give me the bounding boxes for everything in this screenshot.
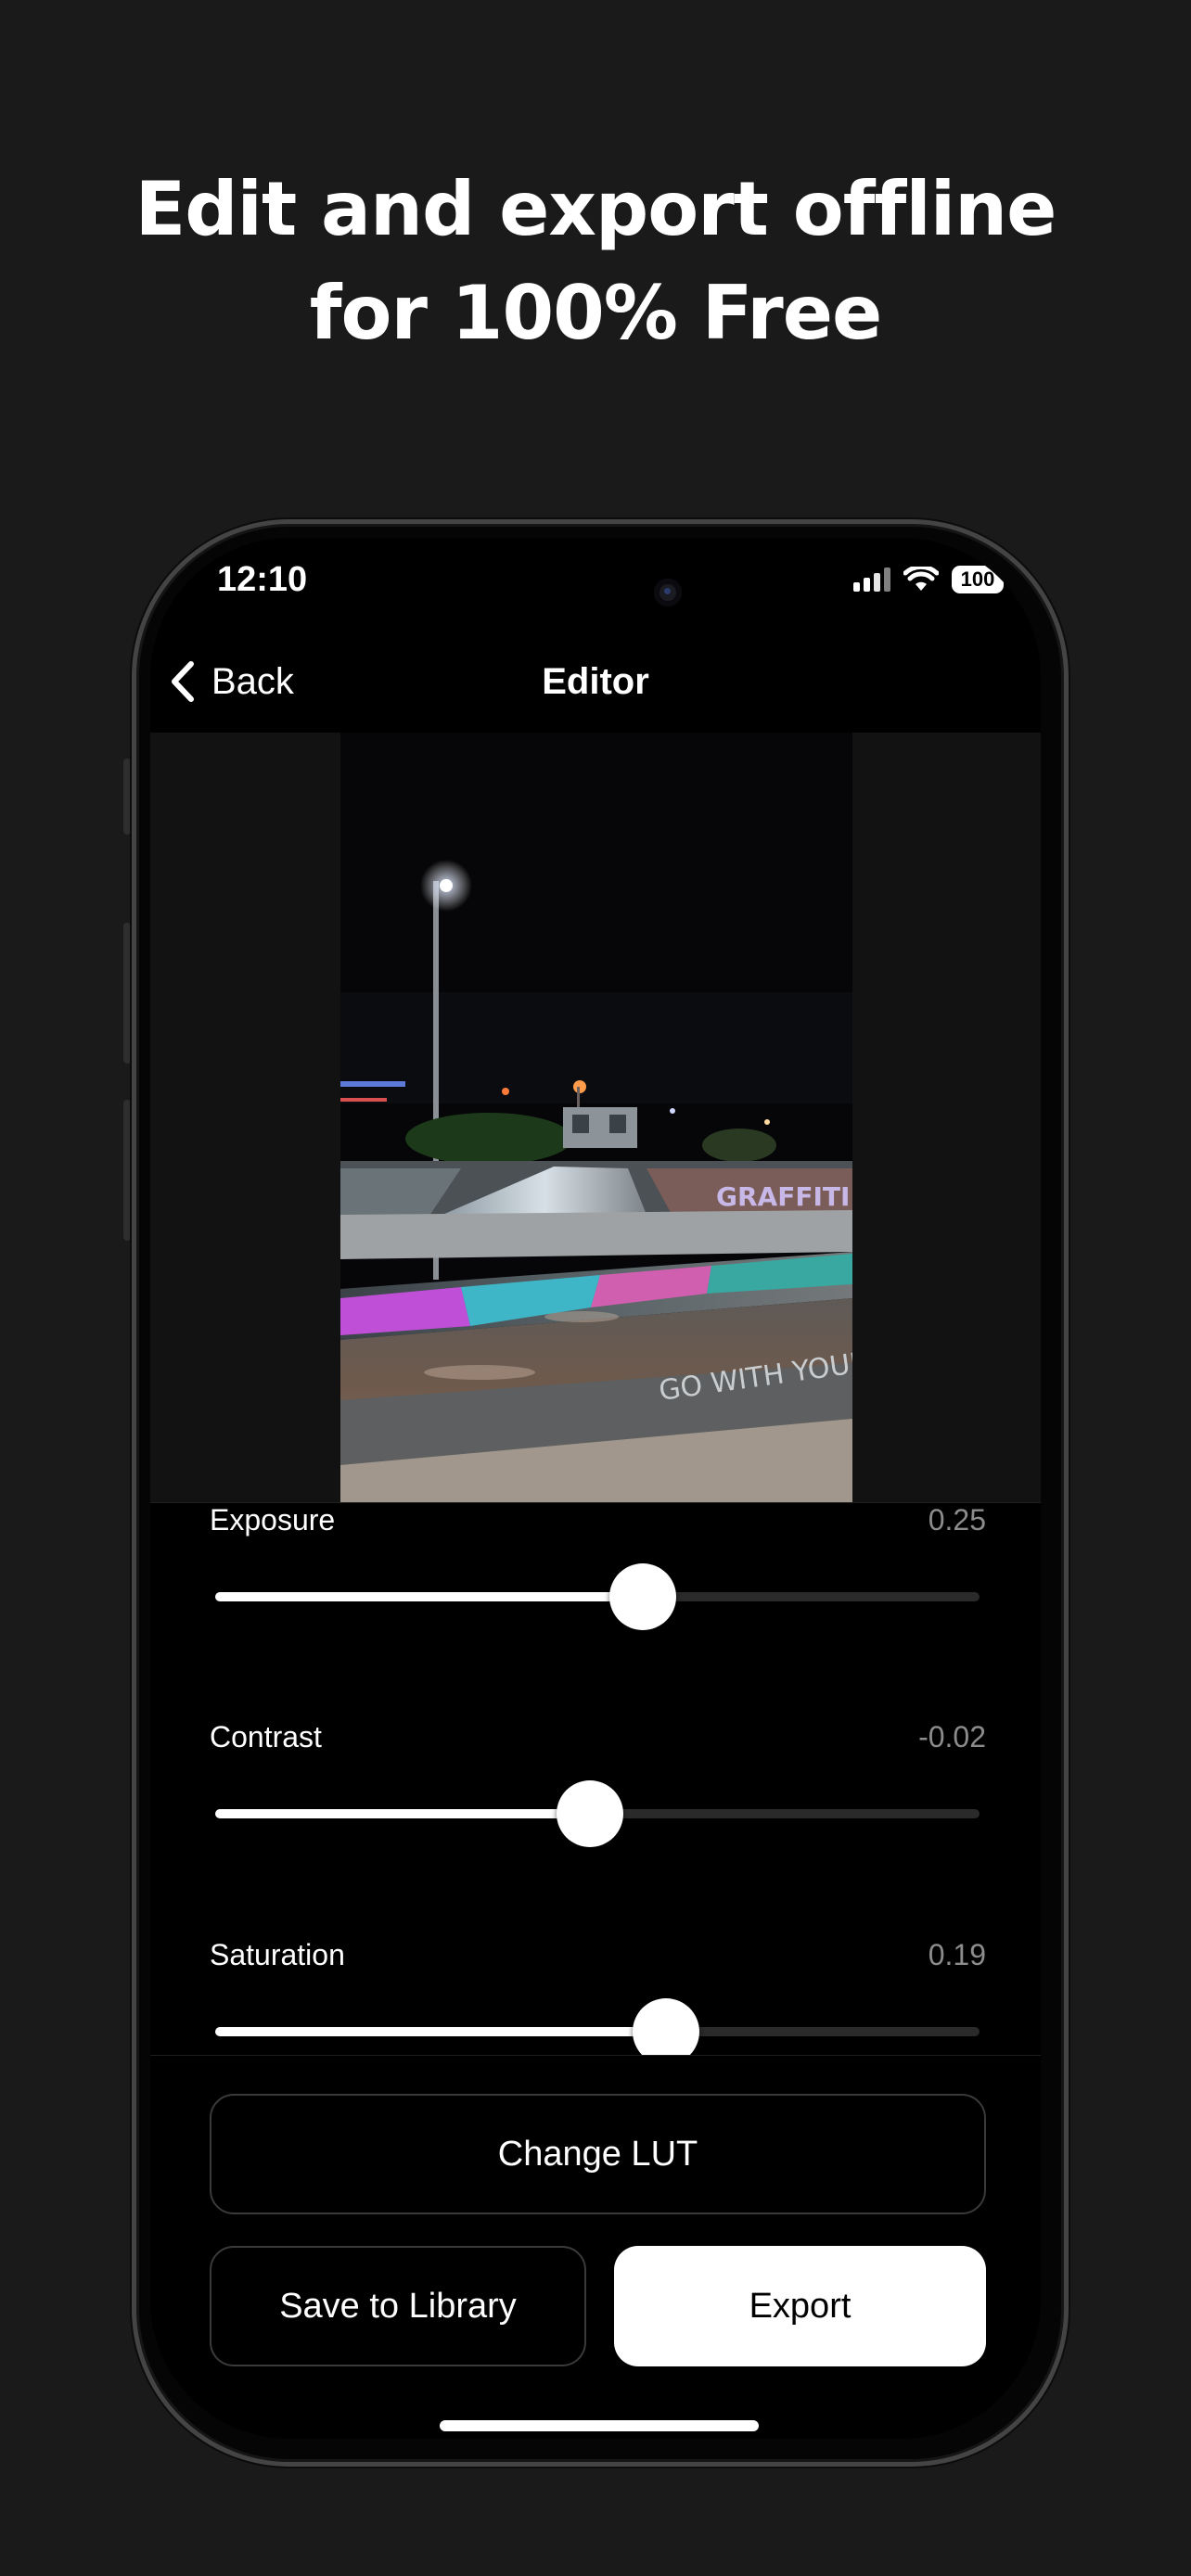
- exposure-slider-fill: [215, 1592, 644, 1601]
- saturation-value: 0.19: [928, 1938, 986, 1971]
- headline-line-1: Edit and export offline: [134, 166, 1057, 252]
- home-indicator[interactable]: [440, 2420, 759, 2431]
- contrast-value: -0.02: [918, 1720, 986, 1753]
- exposure-adjustment: Exposure 0.25: [210, 1503, 986, 1689]
- chevron-left-icon: [172, 661, 194, 702]
- exposure-value: 0.25: [928, 1503, 986, 1537]
- back-button[interactable]: Back: [171, 649, 294, 714]
- export-button[interactable]: Export: [614, 2246, 986, 2366]
- adjustments-panel[interactable]: Exposure 0.25 Contrast -0.02 Saturation …: [150, 1502, 1041, 2056]
- saturation-slider[interactable]: [215, 1998, 980, 2055]
- saturation-slider-fill: [215, 2027, 667, 2036]
- saturation-adjustment: Saturation 0.19: [210, 1938, 986, 2055]
- saturation-slider-thumb[interactable]: [633, 1998, 700, 2055]
- save-to-library-button[interactable]: Save to Library: [210, 2246, 586, 2366]
- back-label: Back: [211, 660, 294, 702]
- saturation-label: Saturation: [210, 1938, 345, 1971]
- battery-icon: 100: [952, 566, 1009, 593]
- phone-action-button: [123, 759, 131, 835]
- contrast-adjustment: Contrast -0.02: [210, 1720, 986, 1906]
- cellular-signal-icon: [853, 567, 890, 592]
- contrast-label: Contrast: [210, 1720, 322, 1753]
- contrast-slider-thumb[interactable]: [556, 1780, 623, 1847]
- contrast-slider-fill: [215, 1809, 590, 1818]
- svg-text:GRAFFITI: GRAFFITI: [716, 1181, 850, 1212]
- change-lut-label: Change LUT: [497, 2134, 698, 2174]
- export-label: Export: [749, 2286, 852, 2326]
- headline-line-2: for 100% Free: [309, 270, 883, 356]
- front-camera: [654, 579, 682, 606]
- photo-preview[interactable]: GRAFFITI GO WITH YOUR: [340, 733, 852, 1502]
- photo-preview-area: GRAFFITI GO WITH YOUR: [150, 733, 1041, 1502]
- phone-volume-down-button: [123, 1100, 131, 1241]
- marketing-headline: Edit and export offline for 100% Free: [0, 158, 1191, 365]
- navigation-bar: Editor Back: [150, 631, 1041, 733]
- exposure-slider-thumb[interactable]: [609, 1563, 677, 1630]
- save-to-library-label: Save to Library: [279, 2286, 517, 2326]
- battery-level: 100: [960, 567, 995, 591]
- status-icons: 100: [853, 566, 1009, 593]
- phone-screen: 12:10 100 Editor Back GRAFFITI GO WITH Y…: [150, 538, 1041, 2439]
- exposure-slider[interactable]: [215, 1563, 980, 1630]
- contrast-slider[interactable]: [215, 1780, 980, 1847]
- status-time: 12:10: [217, 560, 308, 599]
- phone-volume-up-button: [123, 923, 131, 1064]
- wifi-icon: [903, 567, 939, 591]
- change-lut-button[interactable]: Change LUT: [210, 2094, 986, 2214]
- exposure-label: Exposure: [210, 1503, 336, 1537]
